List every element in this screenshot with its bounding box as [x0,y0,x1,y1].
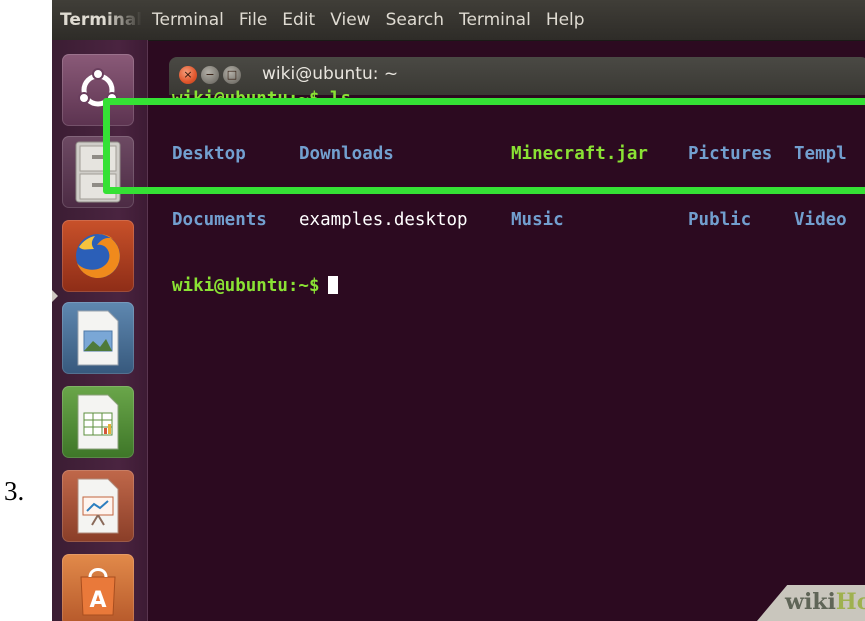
svg-text:A: A [89,588,106,613]
maximize-icon: □ [226,68,238,81]
launcher-presentation[interactable] [62,470,134,542]
menu-search[interactable]: Search [386,10,444,30]
wikihow-watermark: wikiHow [785,589,865,615]
presentation-icon [77,478,119,534]
ubuntu-desktop-screenshot: Terminal Terminal File Edit View Search … [52,0,865,621]
app-title: Terminal [60,10,142,30]
close-icon: × [183,68,193,81]
image-document-icon [77,310,119,366]
step-number: 3. [4,476,25,506]
menu-help[interactable]: Help [546,10,585,30]
menu-file[interactable]: File [239,10,267,30]
minimize-icon: − [205,68,215,81]
top-menu-bar: Terminal Terminal File Edit View Search … [52,0,865,41]
shopping-bag-icon: A [80,568,116,616]
listing-entry: Music [511,210,564,230]
spreadsheet-icon [77,394,119,450]
firefox-icon [76,234,120,278]
launcher-image-document[interactable] [62,302,134,374]
close-button[interactable]: × [179,66,197,84]
launcher-spreadsheet[interactable] [62,386,134,458]
listing-row: Documents examples.desktop Music Public … [172,209,847,231]
previous-command-line: wiki@ubuntu:~$ ls [172,88,351,98]
text-cursor [327,276,338,294]
launcher-firefox[interactable] [62,220,134,292]
menu-view[interactable]: View [330,10,370,30]
prompt-row: wiki@ubuntu:~$ [172,275,338,297]
launcher-active-indicator [52,290,58,302]
minimize-button[interactable]: − [201,66,219,84]
listing-entry: examples.desktop [299,210,468,230]
menu-terminal-2[interactable]: Terminal [459,10,531,30]
launcher-software-center[interactable]: A [62,554,134,621]
window-title: wiki@ubuntu: ~ [262,64,399,84]
green-highlight-box [103,98,865,194]
menu-edit[interactable]: Edit [282,10,315,30]
listing-entry: Public [688,210,752,230]
listing-entry: Video [794,210,847,230]
shell-prompt: wiki@ubuntu:~$ [172,275,338,297]
menu-terminal[interactable]: Terminal [152,10,224,30]
maximize-button[interactable]: □ [223,66,241,84]
listing-entry: Documents [172,210,267,230]
